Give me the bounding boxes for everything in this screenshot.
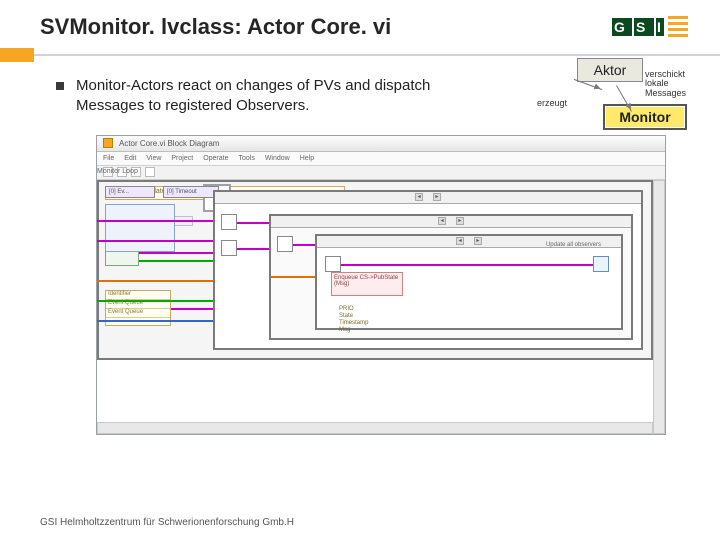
page-title: SVMonitor. lvclass: Actor Core. vi xyxy=(40,14,391,40)
inner-case-structure: ◂ ▸ Update all observers Enqueue CS->Pub… xyxy=(315,234,623,330)
wire xyxy=(271,276,315,278)
svg-text:I: I xyxy=(657,19,661,35)
menu-item[interactable]: Help xyxy=(300,155,314,162)
tunnel-icon xyxy=(277,236,293,252)
footer-text: GSI Helmholtzzentrum für Schwerionenfors… xyxy=(40,517,294,528)
wire xyxy=(293,244,315,246)
cluster-node xyxy=(105,204,175,252)
wire xyxy=(97,280,213,282)
next-case-button[interactable]: ▸ xyxy=(456,217,464,225)
wire xyxy=(97,300,213,302)
subvi-node xyxy=(593,256,609,272)
divider-line xyxy=(34,54,720,56)
wire xyxy=(97,320,213,322)
labview-window: Actor Core.vi Block Diagram File Edit Vi… xyxy=(96,135,666,435)
label: Msg xyxy=(339,327,368,334)
bundle-row: Identifier xyxy=(106,291,170,300)
monitor-box: Monitor xyxy=(603,104,687,130)
menu-bar[interactable]: File Edit View Project Operate Tools Win… xyxy=(97,152,665,166)
case-label xyxy=(468,238,470,244)
block-diagram-canvas[interactable]: [Use VM template in SVMonitor ...] CS->S… xyxy=(97,180,653,422)
case-label xyxy=(427,194,429,200)
timeout-case-selector[interactable]: [0] Timeout xyxy=(163,186,219,198)
svg-text:G: G xyxy=(614,19,625,35)
scrollbar-horizontal[interactable] xyxy=(97,422,653,434)
menu-item[interactable]: Project xyxy=(171,155,193,162)
menu-item[interactable]: Operate xyxy=(203,155,228,162)
label-verschickt: verschickt lokale Messages xyxy=(645,70,705,98)
case-bar[interactable]: ◂ ▸ xyxy=(215,192,641,204)
label-erzeugt: erzeugt xyxy=(537,98,567,108)
toolbar[interactable] xyxy=(97,166,665,180)
label: Timestamp xyxy=(339,320,368,327)
case-bar[interactable]: ◂ ▸ xyxy=(271,216,631,228)
label: State xyxy=(339,313,368,320)
gsi-logo: G S I xyxy=(612,12,690,42)
event-structure: ◂ ▸ ◂ ▸ xyxy=(213,190,643,350)
pause-button[interactable] xyxy=(145,167,155,177)
menu-item[interactable]: View xyxy=(146,155,161,162)
aktor-box: Aktor xyxy=(577,58,643,82)
accent-block xyxy=(0,48,34,62)
enqueue-node: Enqueue CS->PubState (Msg) xyxy=(331,272,403,296)
scrollbar-vertical[interactable] xyxy=(653,180,665,434)
tunnel-icon xyxy=(221,240,237,256)
event-case-selector[interactable]: [0] Ev... xyxy=(105,186,155,198)
case-structure: ◂ ▸ ◂ ▸ Up xyxy=(269,214,633,340)
svg-text:S: S xyxy=(636,19,645,35)
bundle-labels: PRIO State Timestamp Msg xyxy=(339,306,368,335)
wire xyxy=(139,252,217,254)
while-loop: Monitor Loop [0] Ev... [0] Timeout ◂ ▸ xyxy=(97,180,653,360)
bullet-text: Monitor-Actors react on changes of PVs a… xyxy=(76,76,486,117)
subvi-node xyxy=(325,256,341,272)
next-case-button[interactable]: ▸ xyxy=(474,237,482,245)
actor-diagram-thumb: Aktor erzeugt verschickt lokale Messages… xyxy=(537,58,702,130)
label: PRIO xyxy=(339,306,368,313)
wire xyxy=(237,222,269,224)
wire xyxy=(237,248,269,250)
wire xyxy=(97,220,213,222)
menu-item[interactable]: File xyxy=(103,155,114,162)
prev-case-button[interactable]: ◂ xyxy=(456,237,464,245)
wire xyxy=(97,240,213,242)
menu-item[interactable]: Tools xyxy=(238,155,254,162)
wire xyxy=(139,260,217,262)
loop-label: Monitor Loop xyxy=(97,168,138,175)
vi-icon xyxy=(103,138,113,148)
prev-case-button[interactable]: ◂ xyxy=(415,193,423,201)
bundle-row: Event Queue xyxy=(106,309,170,318)
window-title: Actor Core.vi Block Diagram xyxy=(119,139,219,148)
observer-label: Update all observers xyxy=(546,242,601,248)
prev-case-button[interactable]: ◂ xyxy=(438,217,446,225)
next-case-button[interactable]: ▸ xyxy=(433,193,441,201)
bullet-item: Monitor-Actors react on changes of PVs a… xyxy=(56,76,486,117)
tunnel-icon xyxy=(221,214,237,230)
window-titlebar[interactable]: Actor Core.vi Block Diagram xyxy=(97,136,665,152)
case-label xyxy=(450,218,452,224)
menu-item[interactable]: Edit xyxy=(124,155,136,162)
bullet-icon xyxy=(56,82,64,90)
wire xyxy=(341,264,593,266)
menu-item[interactable]: Window xyxy=(265,155,290,162)
wire xyxy=(171,308,217,310)
